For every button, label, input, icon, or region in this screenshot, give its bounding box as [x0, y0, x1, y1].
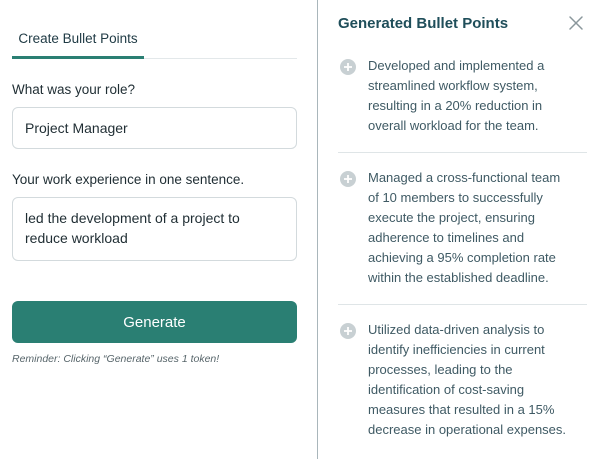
bullet-text: Developed and implemented a streamlined … — [368, 58, 545, 133]
app-root: Create Bullet Points What was your role?… — [0, 0, 597, 459]
close-icon[interactable] — [568, 15, 584, 31]
experience-textarea[interactable]: led the development of a project to redu… — [12, 197, 297, 261]
experience-label: Your work experience in one sentence. — [12, 172, 245, 187]
token-reminder: Reminder: Clicking “Generate” uses 1 tok… — [12, 353, 220, 365]
tab-bar: Create Bullet Points — [12, 0, 297, 59]
role-label: What was your role? — [12, 82, 136, 97]
create-panel: Create Bullet Points What was your role?… — [0, 0, 317, 459]
tab-create-bullet-points[interactable]: Create Bullet Points — [12, 31, 144, 59]
plus-circle-icon[interactable] — [340, 171, 356, 187]
plus-circle-icon[interactable] — [340, 323, 356, 339]
bullet-text: Utilized data-driven analysis to identif… — [368, 322, 567, 437]
generate-button[interactable]: Generate — [12, 301, 297, 343]
results-panel: Generated Bullet Points Developed and im… — [318, 0, 597, 459]
plus-circle-icon[interactable] — [340, 59, 356, 75]
bullet-text: Managed a cross-functional team of 10 me… — [368, 170, 561, 285]
bullet-separator — [338, 152, 587, 153]
role-input[interactable]: Project Manager — [12, 107, 297, 149]
results-title: Generated Bullet Points — [338, 15, 509, 32]
bullet-separator — [338, 304, 587, 305]
